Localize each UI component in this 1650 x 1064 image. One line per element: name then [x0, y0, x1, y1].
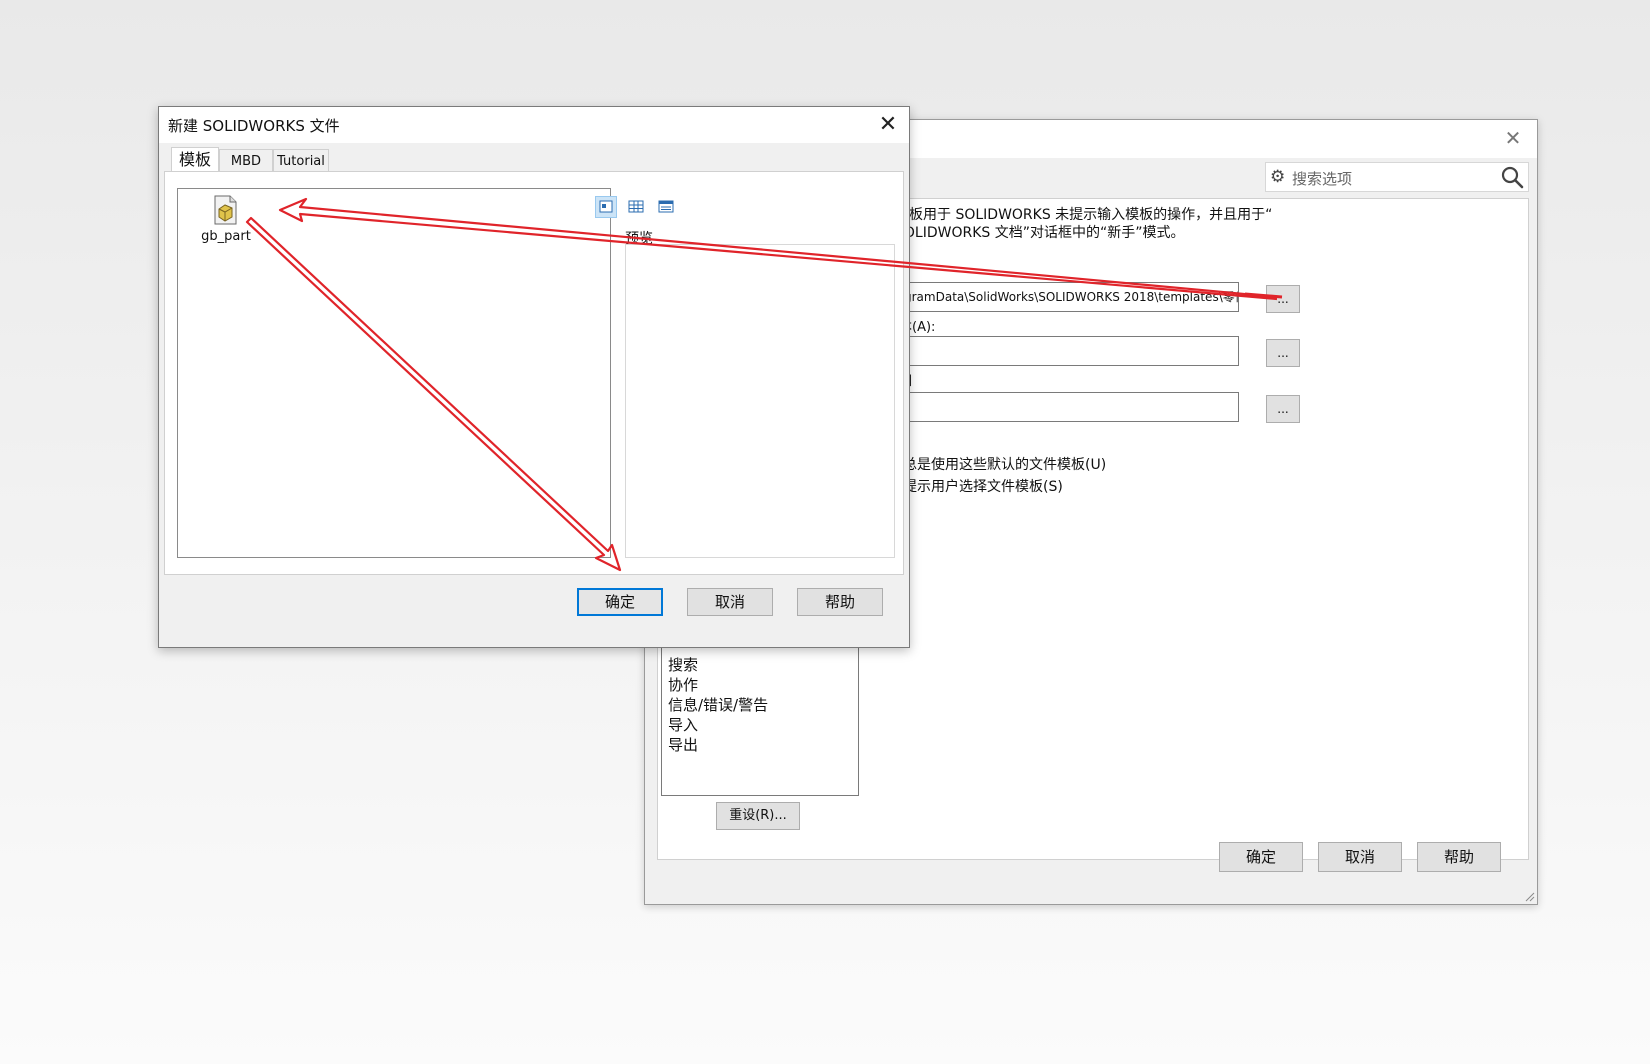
details-view-icon[interactable]: [655, 196, 677, 218]
preview-pane: [625, 244, 895, 558]
category-item-import[interactable]: 导入: [668, 715, 852, 735]
new-file-ok-button[interactable]: 确定: [577, 588, 663, 616]
radio-prompt-label: 提示用户选择文件模板(S): [903, 479, 1063, 495]
search-icon[interactable]: [1500, 165, 1524, 189]
dialog-title: 新建 SOLIDWORKS 文件: [168, 117, 340, 135]
description-line-1: 模板用于 SOLIDWORKS 未提示输入模板的操作，并且用于“: [895, 207, 1273, 223]
options-cancel-button[interactable]: 取消: [1318, 842, 1402, 872]
part-file-icon: [214, 195, 237, 225]
template-list: gb_part: [177, 188, 611, 558]
search-options-box[interactable]: ⚙ 搜索选项: [1265, 162, 1529, 192]
category-item-search[interactable]: 搜索: [668, 655, 852, 675]
assembly-template-path-field[interactable]: [897, 336, 1239, 366]
category-item-export[interactable]: 导出: [668, 735, 852, 755]
options-ok-button[interactable]: 确定: [1219, 842, 1303, 872]
radio-prompt-user[interactable]: 提示用户选择文件模板(S): [903, 476, 1063, 496]
radio-always-label: 总是使用这些默认的文件模板(U): [903, 457, 1107, 473]
gear-icon: ⚙: [1270, 167, 1286, 187]
part-template-browse-button[interactable]: ...: [1266, 285, 1300, 313]
new-file-help-button[interactable]: 帮助: [797, 588, 883, 616]
templates-tab-panel: gb_part 预览: [164, 171, 904, 575]
new-file-title-bar: 新建 SOLIDWORKS 文件 ✕: [159, 107, 909, 143]
template-item-label: gb_part: [201, 229, 251, 244]
new-file-dialog: 新建 SOLIDWORKS 文件 ✕ 模板 MBD Tutorial gb_pa…: [158, 106, 910, 648]
tab-tutorial[interactable]: Tutorial: [273, 149, 329, 173]
reset-button[interactable]: 重设(R)...: [716, 802, 800, 830]
category-item-collaboration[interactable]: 协作: [668, 675, 852, 695]
resize-grip-icon[interactable]: [1523, 890, 1535, 902]
drawing-template-path-field[interactable]: [897, 392, 1239, 422]
description-line-2: SOLIDWORKS 文档”对话框中的“新手”模式。: [895, 225, 1185, 241]
part-template-path-field[interactable]: gramData\SolidWorks\SOLIDWORKS 2018\temp…: [897, 282, 1239, 312]
category-item-messages[interactable]: 信息/错误/警告: [668, 695, 852, 715]
tab-templates[interactable]: 模板: [171, 147, 219, 173]
default-templates-description: 模板用于 SOLIDWORKS 未提示输入模板的操作，并且用于“ SOLIDWO…: [895, 206, 1272, 242]
large-icons-view-icon[interactable]: [595, 196, 617, 218]
drawing-template-browse-button[interactable]: ...: [1266, 395, 1300, 423]
options-category-list: 搜索 协作 信息/错误/警告 导入 导出: [661, 646, 859, 796]
search-options-placeholder: 搜索选项: [1292, 170, 1353, 188]
options-close-icon[interactable]: ✕: [1501, 126, 1525, 150]
options-help-button[interactable]: 帮助: [1417, 842, 1501, 872]
list-view-icon[interactable]: [625, 196, 647, 218]
new-file-cancel-button[interactable]: 取消: [687, 588, 773, 616]
tab-mbd[interactable]: MBD: [219, 149, 273, 173]
assembly-template-browse-button[interactable]: ...: [1266, 339, 1300, 367]
new-file-close-icon[interactable]: ✕: [875, 112, 901, 138]
template-item-gb-part[interactable]: gb_part: [198, 193, 254, 249]
radio-always-use-defaults[interactable]: 总是使用这些默认的文件模板(U): [903, 454, 1106, 474]
